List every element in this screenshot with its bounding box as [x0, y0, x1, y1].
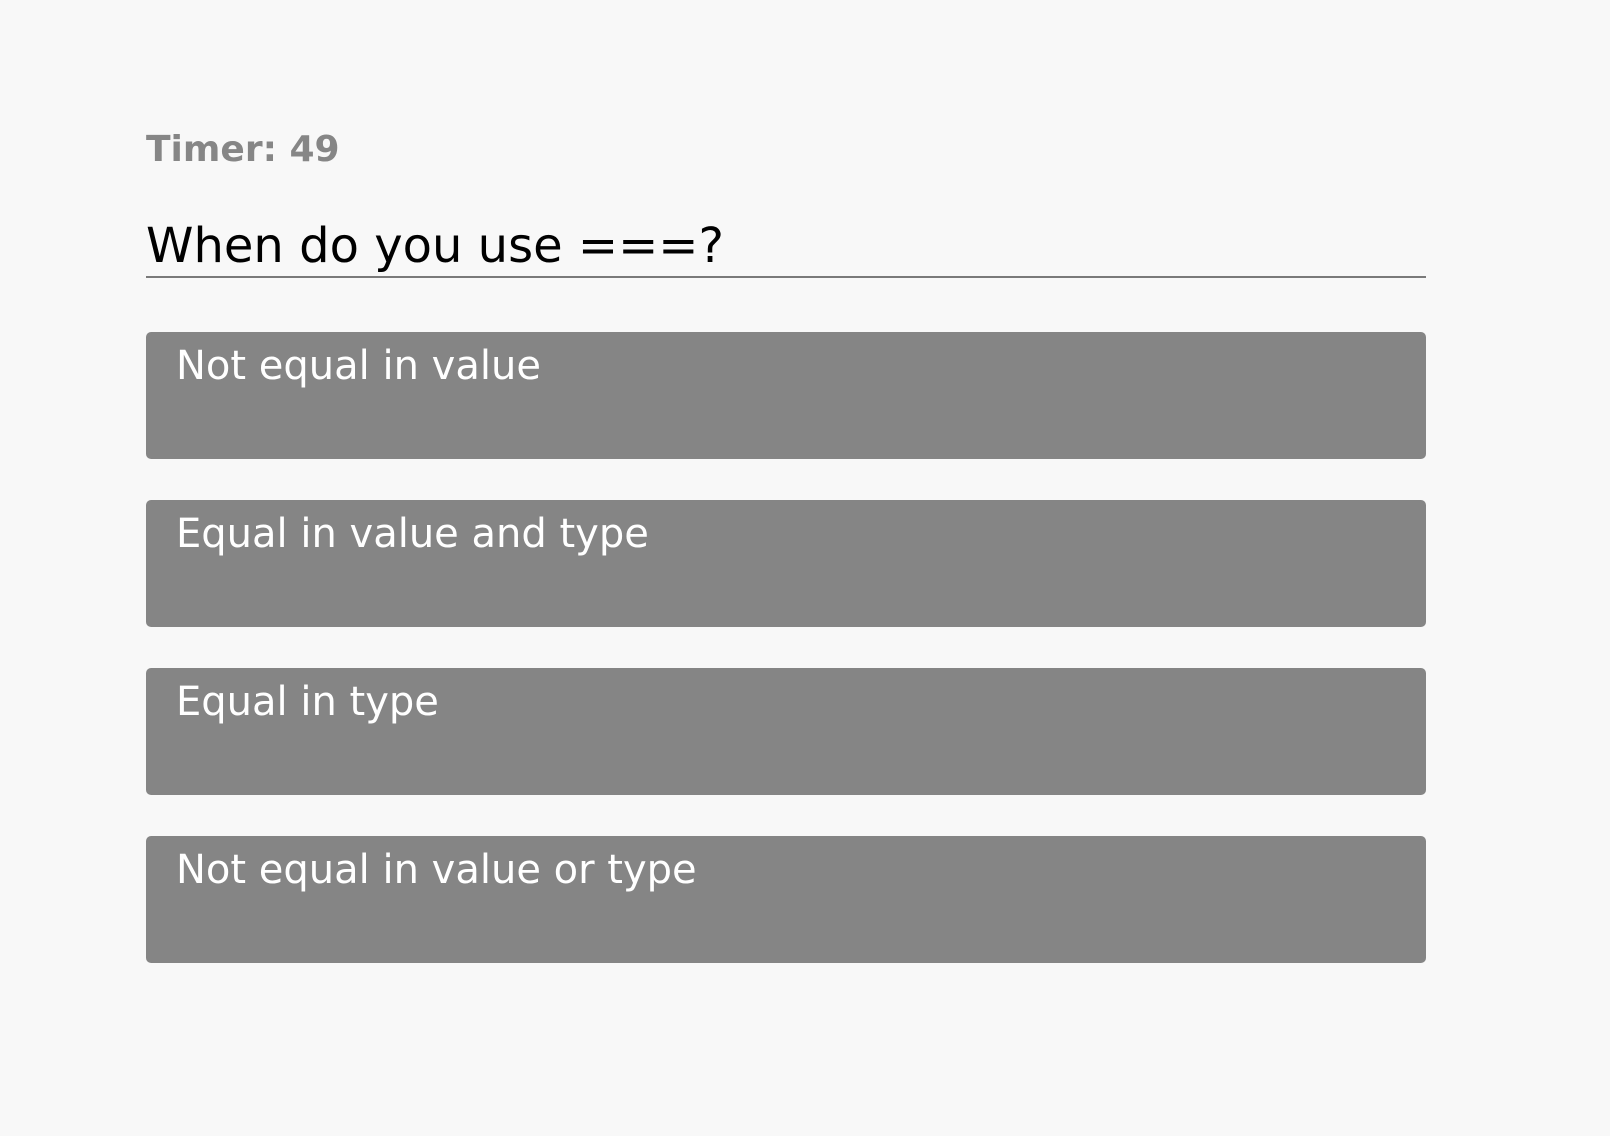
- timer-label: Timer: 49: [146, 129, 340, 170]
- answer-label: Not equal in value or type: [176, 847, 697, 893]
- answer-option-not-equal-in-value[interactable]: Not equal in value: [146, 332, 1426, 459]
- question-heading: When do you use ===?: [146, 222, 1426, 278]
- answer-label: Not equal in value: [176, 343, 541, 389]
- answer-list: Not equal in value Equal in value and ty…: [146, 332, 1426, 1004]
- answer-label: Equal in value and type: [176, 511, 649, 557]
- answer-option-equal-in-type[interactable]: Equal in type: [146, 668, 1426, 795]
- answer-option-equal-in-value-and-type[interactable]: Equal in value and type: [146, 500, 1426, 627]
- answer-option-not-equal-in-value-or-type[interactable]: Not equal in value or type: [146, 836, 1426, 963]
- answer-label: Equal in type: [176, 679, 439, 725]
